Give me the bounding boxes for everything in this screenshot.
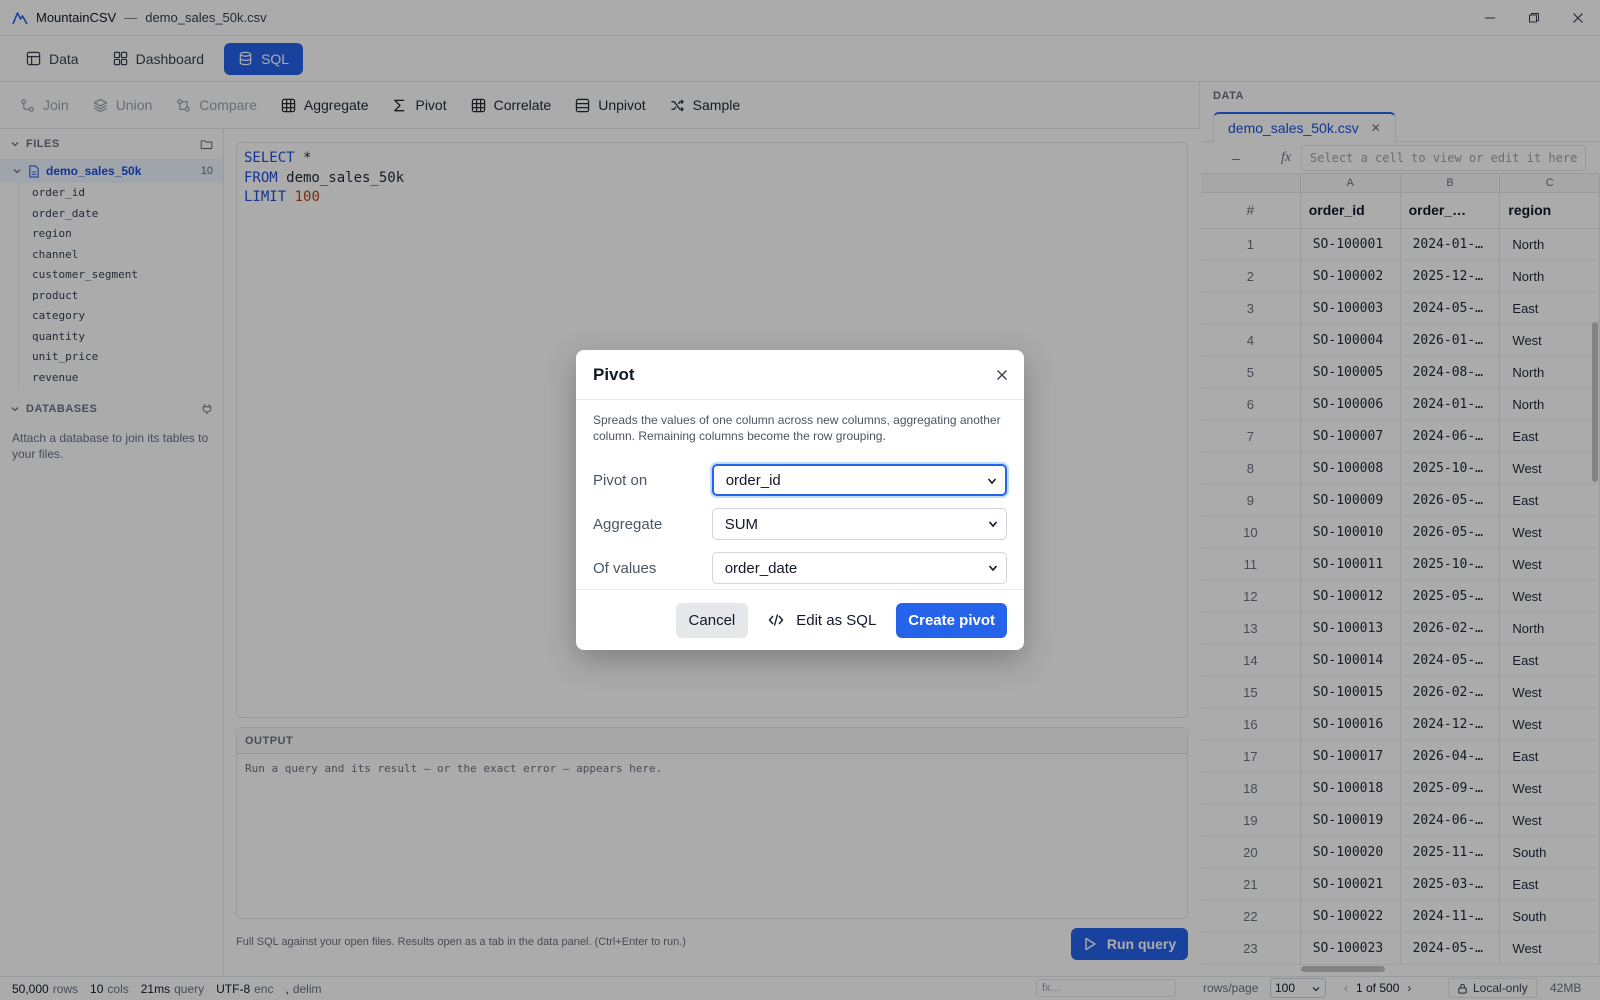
create-pivot-button[interactable]: Create pivot (896, 602, 1007, 638)
aggregate-value: SUM (724, 515, 759, 533)
chevron-down-icon (987, 478, 997, 485)
dialog-title: Pivot (593, 364, 635, 384)
dialog-description: Spreads the values of one column across … (593, 413, 1001, 443)
pivot-on-label: Pivot on (593, 471, 648, 489)
of-values-value: order_date (724, 559, 798, 577)
code-icon (769, 614, 784, 626)
pivot-on-value: order_id (725, 471, 781, 489)
aggregate-row: Aggregate SUM (576, 502, 1024, 546)
edit-as-sql-label: Edit as SQL (796, 611, 877, 629)
aggregate-select[interactable]: SUM (711, 508, 1007, 540)
dialog-footer: Cancel Edit as SQL Create pivot (576, 589, 1024, 650)
pivot-on-row: Pivot on order_id (576, 458, 1024, 502)
chevron-down-icon (988, 565, 998, 572)
aggregate-label: Aggregate (593, 515, 663, 533)
of-values-row: Of values order_date (576, 546, 1024, 590)
dialog-header: Pivot (576, 350, 1024, 400)
edit-as-sql-button[interactable]: Edit as SQL (758, 603, 886, 638)
of-values-label: Of values (593, 559, 657, 577)
pivot-dialog: Pivot Spreads the values of one column a… (576, 350, 1024, 650)
pivot-on-select[interactable]: order_id (711, 464, 1007, 496)
of-values-select[interactable]: order_date (711, 552, 1007, 584)
chevron-down-icon (988, 521, 998, 528)
close-icon[interactable] (996, 369, 1008, 381)
cancel-button[interactable]: Cancel (675, 602, 749, 638)
